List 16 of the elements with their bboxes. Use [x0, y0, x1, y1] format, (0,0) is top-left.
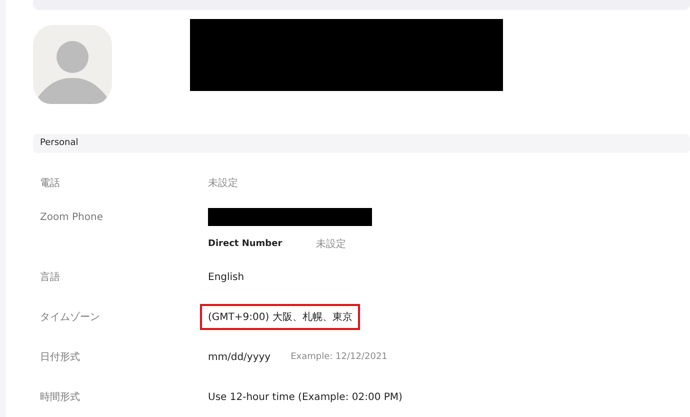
- field-value: (GMT+9:00) 大阪、札幌、東京: [202, 306, 358, 328]
- field-value: mm/dd/yyyy: [208, 352, 271, 362]
- field-value: English: [208, 272, 244, 282]
- sub-label: Direct Number: [208, 239, 284, 249]
- field-label: 日付形式: [39, 350, 81, 364]
- section-header: Personal: [33, 134, 690, 153]
- field-label: 時間形式: [39, 390, 81, 404]
- field-value: Use 12-hour time (Example: 02:00 PM): [208, 392, 402, 402]
- example-text: Example: 12/12/2021: [290, 352, 388, 362]
- field-label: 言語: [39, 270, 61, 284]
- field-label: Zoom Phone: [39, 212, 104, 222]
- field-value: 未設定: [316, 238, 346, 251]
- field-label: 電話: [39, 176, 61, 190]
- field-value: 未設定: [208, 176, 238, 190]
- field-label: タイムゾーン: [39, 310, 101, 324]
- avatar-icon: [33, 25, 112, 104]
